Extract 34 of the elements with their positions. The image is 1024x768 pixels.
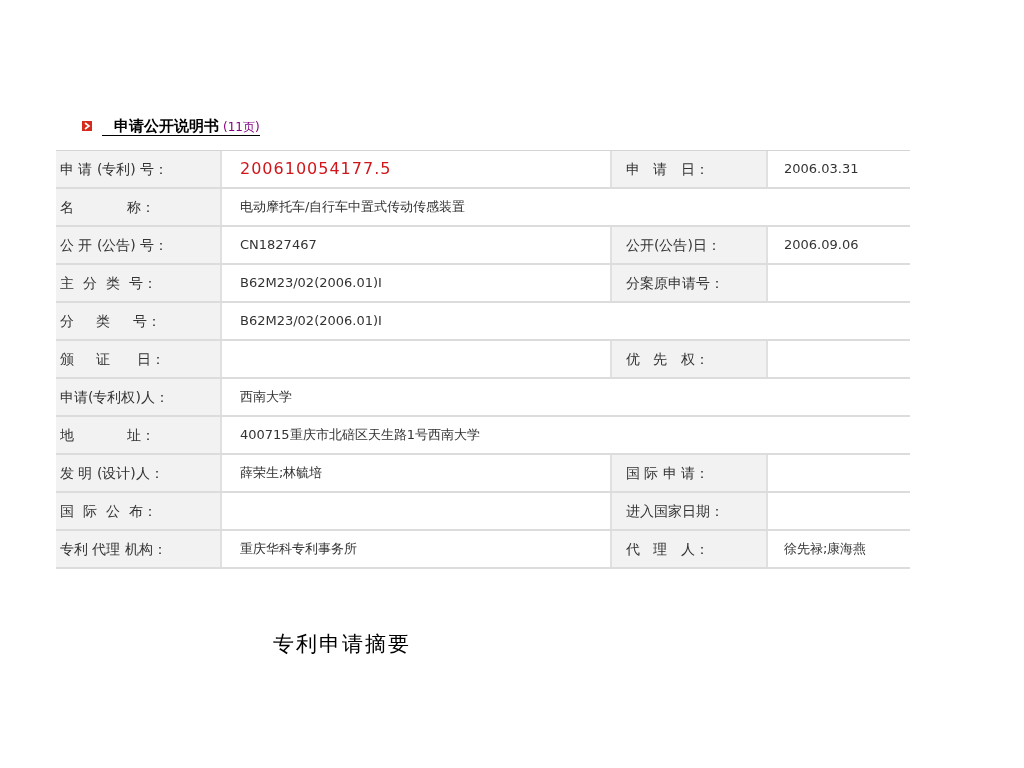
field-label: 分案原申请号： <box>626 273 724 293</box>
page-count-link[interactable]: (11页) <box>223 118 260 135</box>
field-label: 国 际 公 布： <box>60 501 157 521</box>
field-value: 西南大学 <box>240 388 292 407</box>
field-value: 薛荣生;林毓培 <box>240 464 323 483</box>
field-value: 徐先禄;康海燕 <box>784 540 867 559</box>
field-label: 进入国家日期： <box>626 501 724 521</box>
field-label: 公 开 (公告) 号： <box>60 235 169 255</box>
field-label: 发 明 (设计)人： <box>60 463 164 483</box>
field-value: 电动摩托车/自行车中置式传动传感装置 <box>240 198 466 217</box>
field-value: 2006.09.06 <box>784 236 859 255</box>
field-value: CN1827467 <box>240 236 317 255</box>
field-label: 申请(专利权)人： <box>60 387 169 407</box>
field-label: 代 理 人： <box>626 539 709 559</box>
field-label: 申 请 日： <box>626 159 709 179</box>
field-value: B62M23/02(2006.01)I <box>240 312 382 331</box>
field-label: 专利 代理 机构： <box>60 539 167 559</box>
field-label: 公开(公告)日： <box>626 235 721 255</box>
field-value: 重庆华科专利事务所 <box>240 540 357 559</box>
field-label: 优 先 权： <box>626 349 709 369</box>
field-label: 颁 证 日： <box>60 349 165 369</box>
section-title: 申请公开说明书 <box>114 116 219 135</box>
field-label: 主 分 类 号： <box>60 273 157 293</box>
field-label: 国 际 申 请： <box>626 463 710 483</box>
field-label: 申 请 (专利) 号： <box>60 159 169 179</box>
field-label: 地 址： <box>60 425 156 445</box>
field-value: 400715重庆市北碚区天生路1号西南大学 <box>240 426 480 445</box>
abstract-heading: 专利申请摘要 <box>273 631 412 658</box>
field-value: 2006.03.31 <box>784 160 859 179</box>
field-value: 200610054177.5 <box>240 158 392 180</box>
field-label: 分 类 号： <box>60 311 161 331</box>
field-label: 名 称： <box>60 197 156 217</box>
field-value: B62M23/02(2006.01)I <box>240 274 382 293</box>
arrow-icon <box>82 121 92 131</box>
